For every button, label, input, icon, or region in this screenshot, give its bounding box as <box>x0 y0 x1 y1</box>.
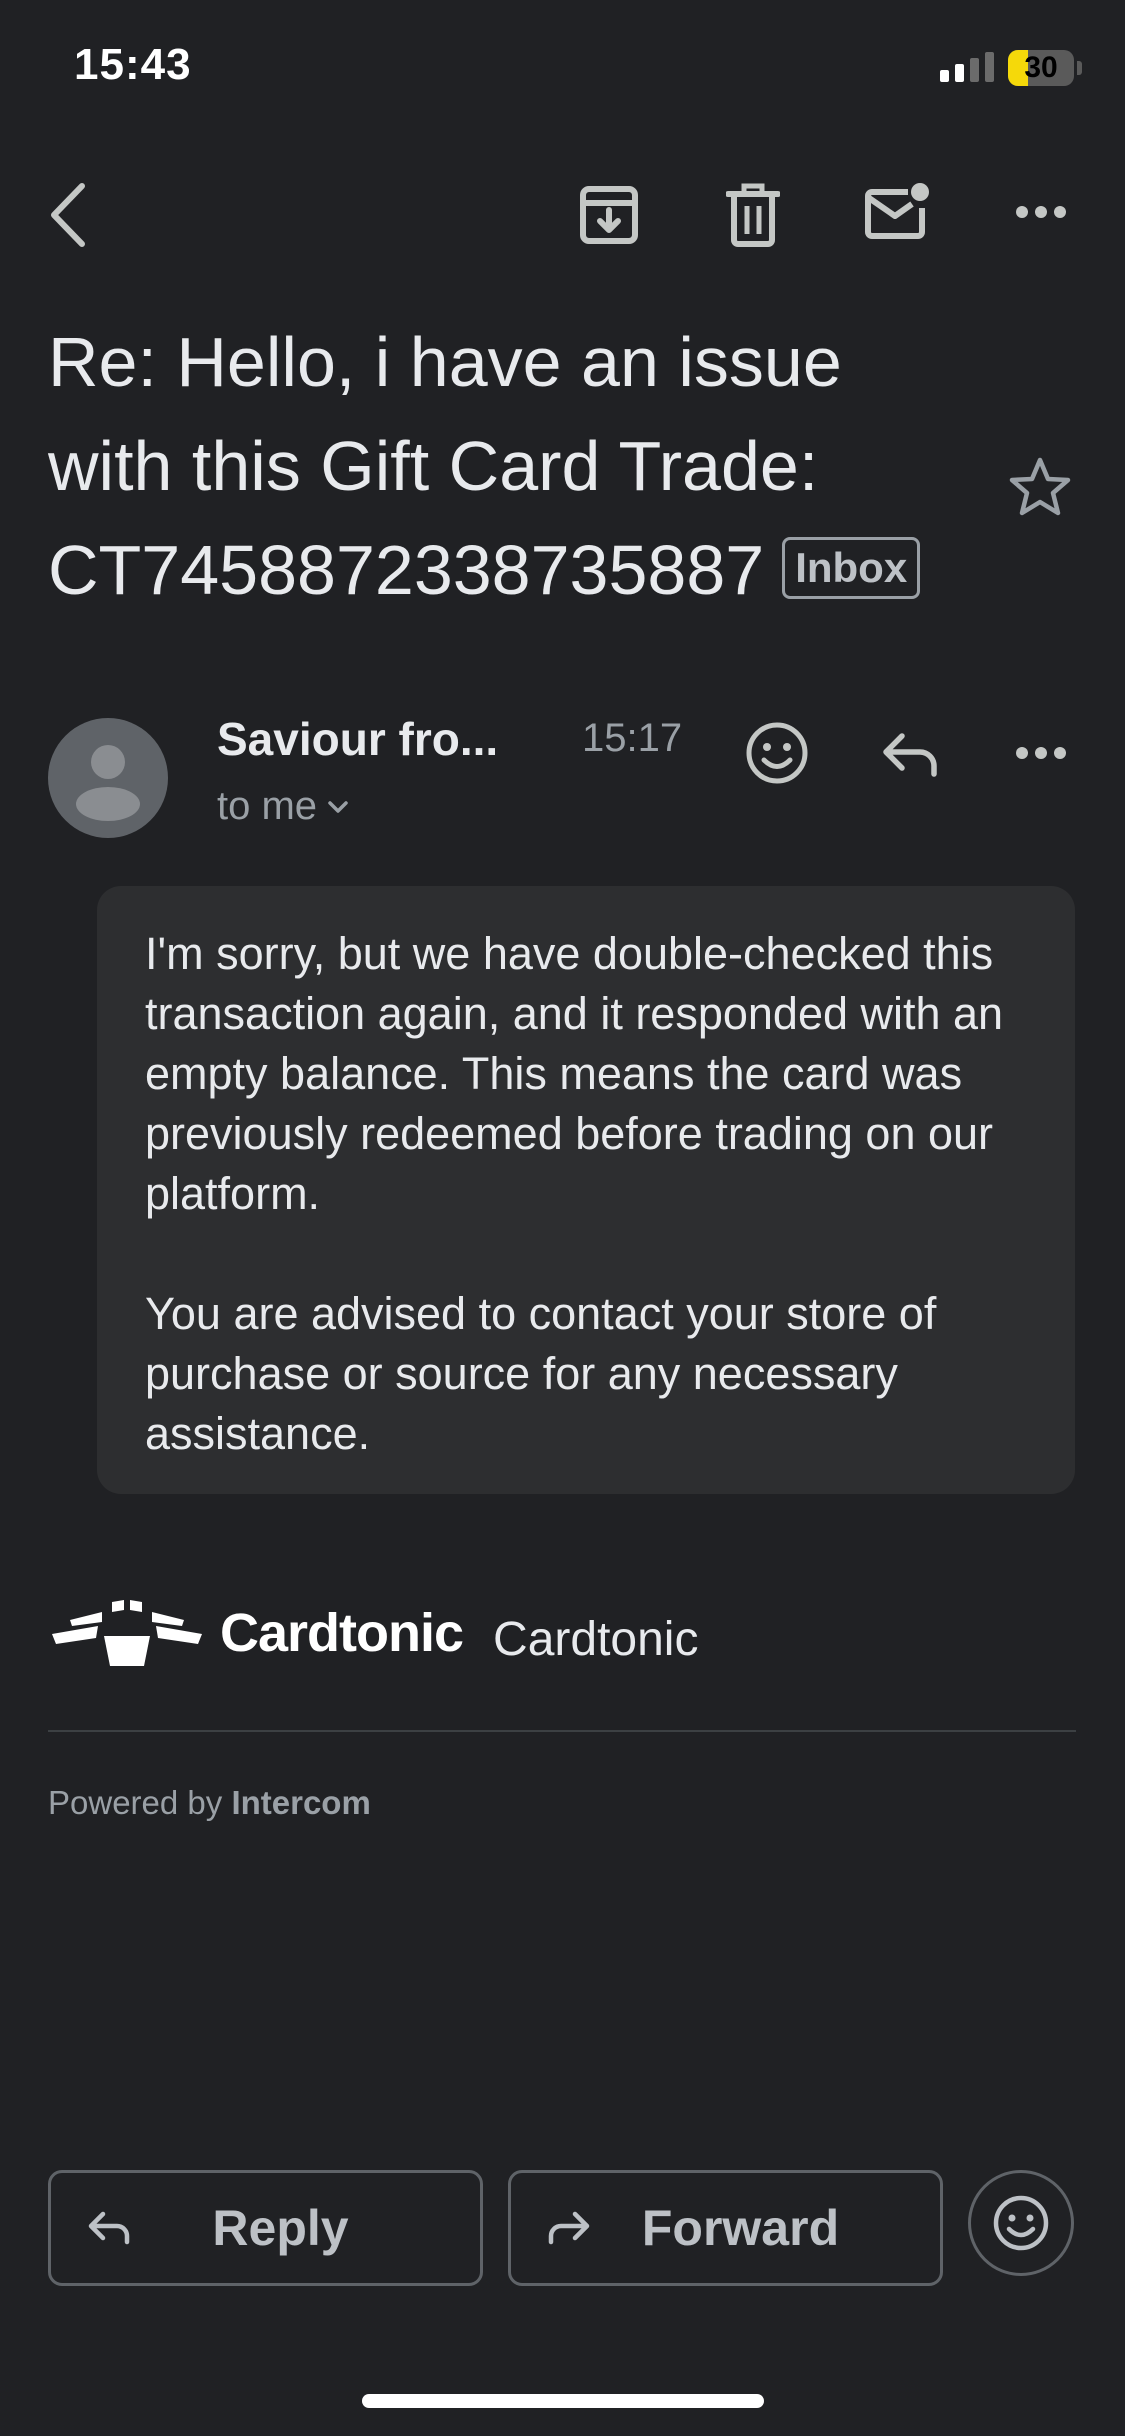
reply-button[interactable]: Reply <box>48 2170 483 2286</box>
message-more-icon[interactable] <box>1015 745 1067 761</box>
cardtonic-logo-icon <box>52 1600 202 1666</box>
battery-icon: 30 <box>1008 50 1074 86</box>
emoji-react-icon[interactable] <box>744 720 810 786</box>
status-time: 15:43 <box>74 40 192 89</box>
trash-icon[interactable] <box>726 182 780 248</box>
reply-label: Reply <box>212 2200 349 2256</box>
battery-percent: 30 <box>1024 51 1058 84</box>
more-icon[interactable] <box>1015 204 1067 220</box>
archive-icon[interactable] <box>578 184 640 246</box>
avatar[interactable] <box>48 718 168 838</box>
email-time: 15:17 <box>582 716 683 760</box>
back-arrow-icon[interactable] <box>46 180 90 250</box>
home-indicator[interactable] <box>362 2394 764 2408</box>
subject-text: Re: Hello, i have an issue with this Gif… <box>48 323 842 609</box>
powered-by-prefix: Powered by <box>48 1784 223 1821</box>
inbox-label-chip[interactable]: Inbox <box>782 536 921 599</box>
message-body: I'm sorry, but we have double-checked th… <box>97 886 1075 1494</box>
forward-label: Forward <box>641 2200 840 2256</box>
forward-arrow-icon <box>548 2211 590 2245</box>
smiley-icon <box>993 2195 1049 2251</box>
reply-icon[interactable] <box>880 730 940 778</box>
logo-text: Cardtonic <box>220 1603 464 1663</box>
divider <box>48 1730 1076 1732</box>
recipient-toggle[interactable]: to me <box>217 784 349 829</box>
mark-unread-icon[interactable] <box>864 180 932 242</box>
recipient-text: to me <box>217 784 318 828</box>
email-subject: Re: Hello, i have an issue with this Gif… <box>48 310 968 622</box>
body-paragraph: You are advised to contact your store of… <box>145 1288 937 1459</box>
chevron-down-icon <box>328 800 348 813</box>
sender-name[interactable]: Saviour fro... <box>217 712 498 766</box>
reply-arrow-icon <box>88 2211 130 2245</box>
powered-by-brand: Intercom <box>231 1784 371 1821</box>
signature-row: Cardtonic Cardtonic <box>52 1598 698 1668</box>
body-paragraph: I'm sorry, but we have double-checked th… <box>145 928 1004 1219</box>
cellular-signal-icon <box>940 52 994 82</box>
battery-tip <box>1077 61 1082 75</box>
star-icon[interactable] <box>1008 456 1072 518</box>
forward-button[interactable]: Forward <box>508 2170 943 2286</box>
emoji-reaction-button[interactable] <box>968 2170 1074 2276</box>
sender-signature: Cardtonic <box>493 1612 699 1666</box>
powered-by[interactable]: Powered by Intercom <box>48 1784 371 1822</box>
